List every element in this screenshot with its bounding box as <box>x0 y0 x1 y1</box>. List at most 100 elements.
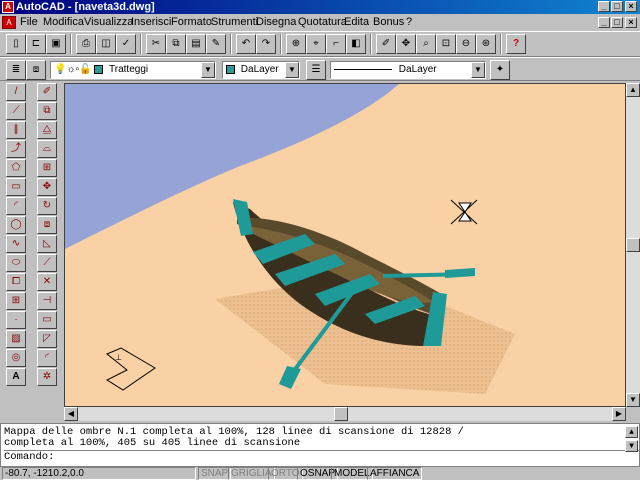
arc-icon[interactable]: ◜ <box>6 197 26 215</box>
extend-icon[interactable]: ⊣ <box>37 292 57 310</box>
print-icon[interactable]: ⎙ <box>76 34 96 54</box>
menu-edita[interactable]: Edita <box>344 14 369 31</box>
menu-inserisci[interactable]: Inserisci <box>131 14 171 31</box>
layer-dropdown[interactable]: 💡☼▫🔓 Tratteggi ▼ <box>50 61 216 79</box>
trim-icon[interactable]: ✕ <box>37 273 57 291</box>
undo-icon[interactable]: ↶ <box>236 34 256 54</box>
chevron-down-icon[interactable]: ▼ <box>285 62 299 78</box>
command-prompt[interactable]: Comando: <box>4 450 639 463</box>
scroll-up-button[interactable]: ▲ <box>626 83 640 97</box>
lengthen-icon[interactable]: ⟋ <box>37 254 57 272</box>
stretch-icon[interactable]: ◺ <box>37 235 57 253</box>
command-window[interactable]: Mappa delle ombre N.1 completa al 100%, … <box>0 423 640 467</box>
rectangle-icon[interactable]: ▭ <box>6 178 26 196</box>
spelling-icon[interactable]: ✓ <box>116 34 136 54</box>
vertical-scrollbar[interactable]: ▲ ▼ <box>626 83 640 407</box>
document-icon[interactable]: A <box>2 16 16 29</box>
zoom-realtime-icon[interactable]: ⌕ <box>416 34 436 54</box>
layers-icon[interactable]: ≣ <box>6 60 26 80</box>
move-icon[interactable]: ✥ <box>37 178 57 196</box>
snap-from-icon[interactable]: ⌖ <box>306 34 326 54</box>
multiline-icon[interactable]: ∥ <box>6 121 26 139</box>
maximize-button[interactable]: □ <box>611 1 623 12</box>
spline-icon[interactable]: ∿ <box>6 235 26 253</box>
insert-block-icon[interactable]: ⧠ <box>6 273 26 291</box>
named-views-icon[interactable]: ◧ <box>346 34 366 54</box>
paste-icon[interactable]: ▤ <box>186 34 206 54</box>
mirror-icon[interactable]: ⧋ <box>37 121 57 139</box>
ellipse-icon[interactable]: ⬭ <box>6 254 26 272</box>
pencil-icon[interactable]: ✐ <box>376 34 396 54</box>
doc-minimize-button[interactable]: _ <box>598 17 610 28</box>
explode-icon[interactable]: ✲ <box>37 368 57 386</box>
scale-icon[interactable]: ⧈ <box>37 216 57 234</box>
offset-icon[interactable]: ⌓ <box>37 140 57 158</box>
erase-icon[interactable]: ✐ <box>37 83 57 101</box>
drawing-viewport[interactable]: ⊥ <box>64 83 626 407</box>
ucs-icon[interactable]: ⌐ <box>326 34 346 54</box>
autocad-app-icon[interactable]: A <box>2 1 14 13</box>
tile-toggle[interactable]: AFFIANCA <box>367 467 423 480</box>
line-icon[interactable]: / <box>6 83 26 101</box>
circle-icon[interactable]: ◯ <box>6 216 26 234</box>
menu-modifica[interactable]: Modifica <box>43 14 84 31</box>
redo-icon[interactable]: ↷ <box>256 34 276 54</box>
match-properties-icon[interactable]: ✎ <box>206 34 226 54</box>
menu-strumenti[interactable]: Strumenti <box>211 14 258 31</box>
chevron-down-icon[interactable]: ▼ <box>471 62 485 78</box>
linetype-icon[interactable]: ☰ <box>306 60 326 80</box>
scroll-right-button[interactable]: ▶ <box>612 407 626 421</box>
polygon-icon[interactable]: ⬠ <box>6 159 26 177</box>
fillet-icon[interactable]: ◜ <box>37 349 57 367</box>
color-dropdown[interactable]: DaLayer ▼ <box>222 61 300 79</box>
horizontal-scrollbar[interactable]: ◀ ▶ <box>64 407 626 421</box>
pan-icon[interactable]: ✥ <box>396 34 416 54</box>
properties-icon[interactable]: ✦ <box>490 60 510 80</box>
menu-bonus[interactable]: Bonus <box>373 14 404 31</box>
command-scroll-down[interactable]: ▼ <box>625 440 638 452</box>
chamfer-icon[interactable]: ◸ <box>37 330 57 348</box>
menu-file[interactable]: File <box>20 14 38 31</box>
command-scroll-up[interactable]: ▲ <box>625 426 638 438</box>
zoom-window-icon[interactable]: ⊡ <box>436 34 456 54</box>
snap-toggle[interactable]: SNAP <box>198 467 232 480</box>
make-layer-current-icon[interactable]: ⧈ <box>26 60 46 80</box>
open-icon[interactable]: ⊏ <box>26 34 46 54</box>
cut-icon[interactable]: ✂ <box>146 34 166 54</box>
point-icon[interactable]: · <box>6 311 26 329</box>
linetype-dropdown[interactable]: DaLayer ▼ <box>330 61 486 79</box>
properties-toolbar: ≣ ⧈ 💡☼▫🔓 Tratteggi ▼ DaLayer ▼ ☰ DaLayer… <box>0 57 640 81</box>
doc-close-button[interactable]: × <box>625 17 637 28</box>
preview-icon[interactable]: ◫ <box>96 34 116 54</box>
polyline-icon[interactable]: ⤴ <box>6 140 26 158</box>
menu-quotatura[interactable]: Quotatura <box>298 14 347 31</box>
rotate-icon[interactable]: ↻ <box>37 197 57 215</box>
chevron-down-icon[interactable]: ▼ <box>201 62 215 78</box>
menu-help[interactable]: ? <box>406 14 412 31</box>
horizontal-scroll-thumb[interactable] <box>334 407 348 421</box>
menu-disegna[interactable]: Disegna <box>256 14 296 31</box>
scroll-down-button[interactable]: ▼ <box>626 393 640 407</box>
hatch-icon[interactable]: ▨ <box>6 330 26 348</box>
array-icon[interactable]: ⊞ <box>37 159 57 177</box>
minimize-button[interactable]: _ <box>598 1 610 12</box>
menu-formato[interactable]: Formato <box>171 14 212 31</box>
new-icon[interactable]: ▯ <box>6 34 26 54</box>
copy-icon[interactable]: ⧉ <box>166 34 186 54</box>
save-icon[interactable]: ▣ <box>46 34 66 54</box>
region-icon[interactable]: ◎ <box>6 349 26 367</box>
zoom-previous-icon[interactable]: ⊖ <box>456 34 476 54</box>
vertical-scroll-thumb[interactable] <box>626 238 640 252</box>
close-button[interactable]: × <box>625 1 637 12</box>
hyperlink-icon[interactable]: ⊕ <box>286 34 306 54</box>
break-icon[interactable]: ▭ <box>37 311 57 329</box>
scroll-left-button[interactable]: ◀ <box>64 407 78 421</box>
construction-line-icon[interactable]: ⟋ <box>6 102 26 120</box>
aerial-view-icon[interactable]: ⊛ <box>476 34 496 54</box>
help-icon[interactable]: ? <box>506 34 526 54</box>
make-block-icon[interactable]: ⊞ <box>6 292 26 310</box>
copy-object-icon[interactable]: ⧉ <box>37 102 57 120</box>
doc-restore-button[interactable]: □ <box>611 17 623 28</box>
multiline-text-icon[interactable]: A <box>6 368 26 386</box>
menu-visualizza[interactable]: Visualizza <box>84 14 133 31</box>
